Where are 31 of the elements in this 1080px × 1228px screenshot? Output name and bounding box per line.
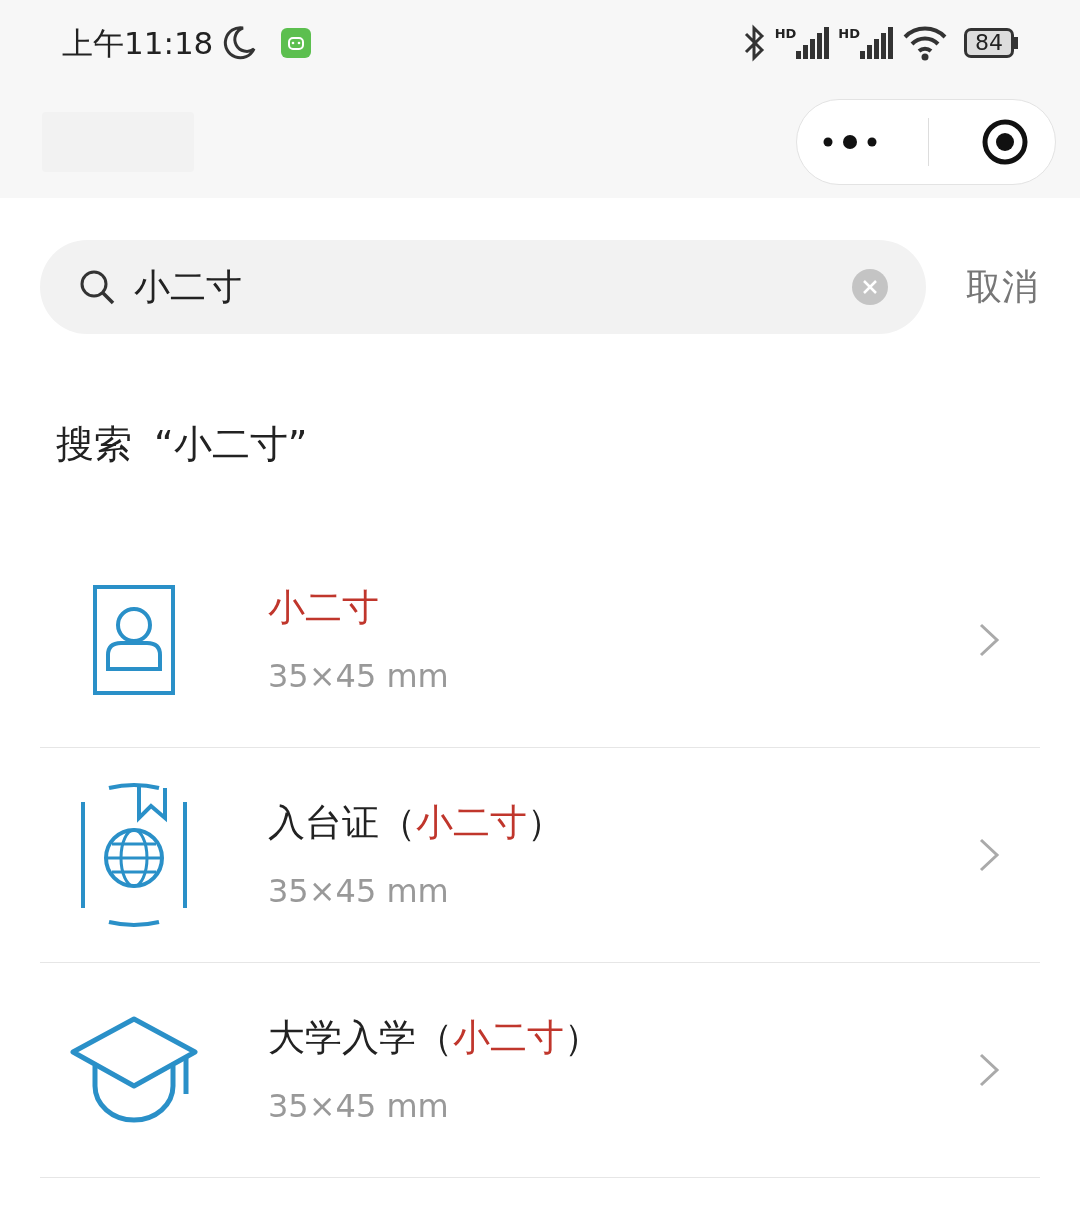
signal-icon bbox=[796, 27, 831, 59]
search-input[interactable]: 小二寸 bbox=[132, 259, 836, 315]
search-field[interactable]: 小二寸 bbox=[40, 240, 926, 334]
close-app-icon[interactable] bbox=[981, 118, 1030, 166]
photo-size: 35×45 mm bbox=[268, 870, 450, 912]
network-type-label: HD bbox=[774, 27, 797, 40]
chevron-right-icon bbox=[978, 1052, 1000, 1088]
battery-level: 84 bbox=[964, 27, 1014, 59]
search-icon bbox=[78, 268, 116, 306]
network-type-label: HD bbox=[838, 27, 860, 40]
result-item[interactable]: 大学入学（小二寸） 35×45 mm bbox=[40, 963, 1040, 1178]
app-notification-icon bbox=[281, 28, 312, 58]
signal-icon bbox=[860, 27, 894, 59]
photo-size: 35×45 mm bbox=[268, 655, 450, 697]
search-suggestion[interactable]: 搜索 “小二寸” bbox=[0, 416, 1080, 473]
cancel-button[interactable]: 取消 bbox=[966, 260, 1038, 314]
status-time: 上午11:18 bbox=[62, 23, 214, 63]
more-icon[interactable] bbox=[822, 135, 877, 149]
wifi-icon bbox=[902, 25, 948, 61]
graduation-cap-icon bbox=[70, 1016, 198, 1124]
passport-globe-icon bbox=[79, 782, 189, 928]
result-item[interactable]: 小二寸 35×45 mm bbox=[40, 533, 1040, 748]
result-title: 小二寸 bbox=[268, 585, 380, 632]
chevron-right-icon bbox=[978, 622, 1000, 658]
photo-size: 35×45 mm bbox=[268, 1085, 450, 1127]
result-title: 大学入学（小二寸） bbox=[268, 1015, 602, 1062]
chevron-right-icon bbox=[978, 837, 1000, 873]
moon-icon bbox=[221, 25, 258, 61]
result-item[interactable]: 入台证（小二寸） 35×45 mm bbox=[40, 748, 1040, 963]
id-photo-icon bbox=[93, 585, 175, 695]
result-title: 入台证（小二寸） bbox=[268, 800, 565, 847]
